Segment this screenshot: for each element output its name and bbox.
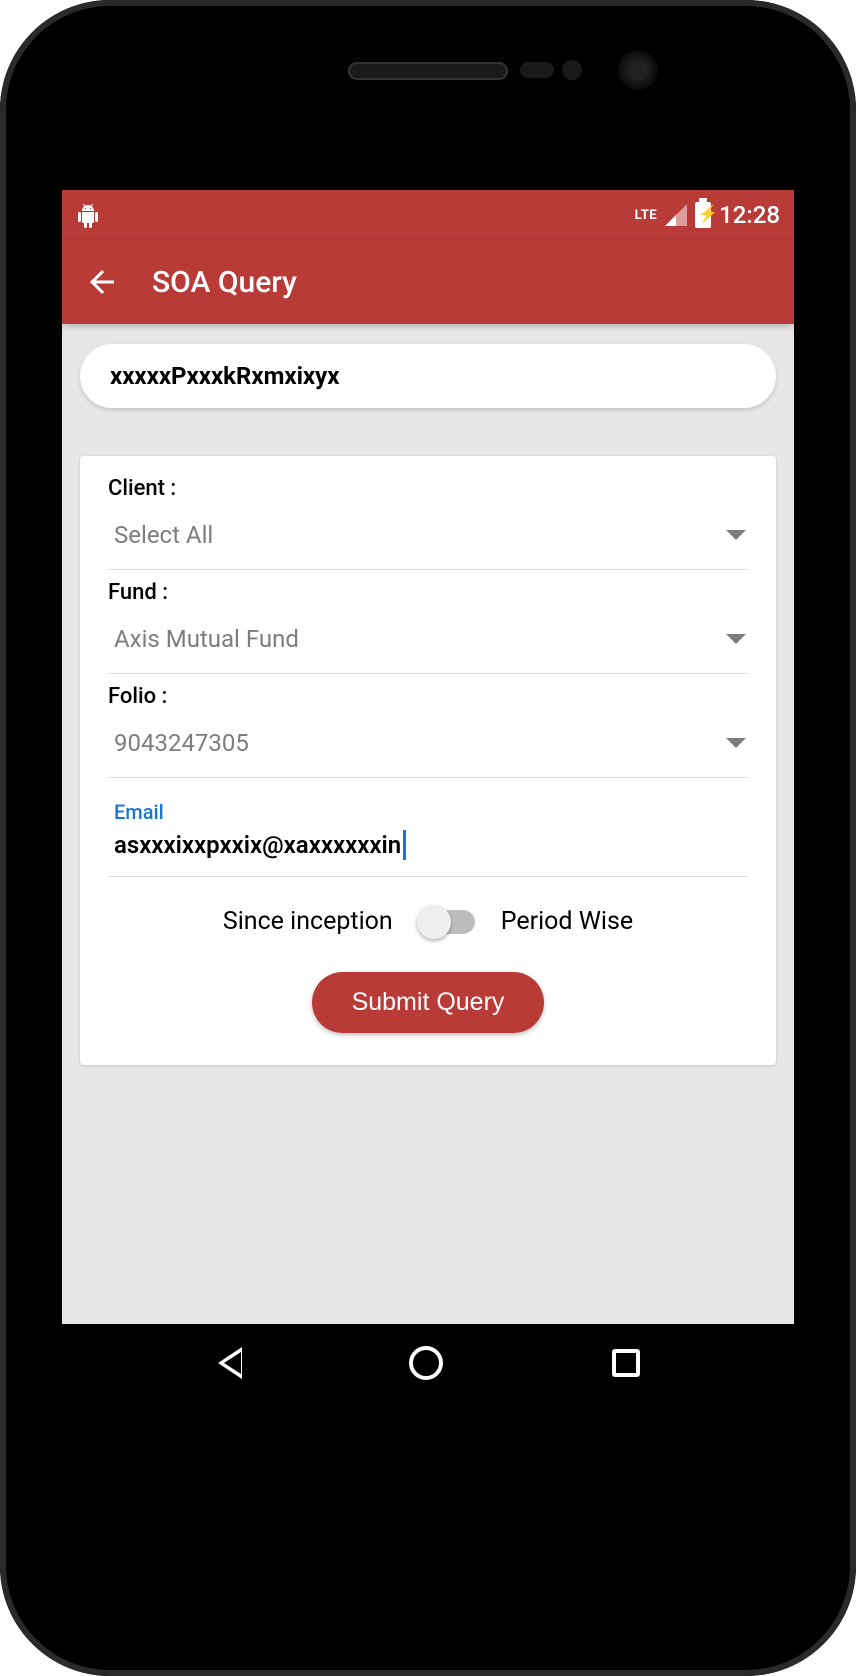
email-label: Email — [108, 800, 748, 824]
clock: 12:28 — [719, 201, 780, 229]
nav-back-button[interactable] — [216, 1347, 240, 1379]
toggle-knob — [417, 905, 451, 939]
client-label: Client : — [108, 476, 748, 501]
period-toggle-row: Since inception Period Wise — [108, 907, 748, 936]
android-icon — [76, 204, 100, 226]
client-value: Select All — [114, 521, 213, 549]
client-field: Client : Select All — [108, 476, 748, 570]
nav-recent-button[interactable] — [612, 1349, 640, 1377]
period-toggle[interactable] — [419, 910, 475, 934]
fund-label: Fund : — [108, 580, 748, 605]
content-area: xxxxxPxxxkRxmxixyx Client : Select All F… — [62, 324, 794, 1085]
email-field: Email asxxxixxpxxix@xaxxxxxxin — [108, 800, 748, 877]
network-type: LTE — [635, 208, 657, 223]
battery-charging-icon — [695, 202, 711, 228]
account-selector-value: xxxxxPxxxkRxmxixyx — [110, 362, 339, 390]
email-value: asxxxixxpxxix@xaxxxxxxin — [114, 831, 401, 859]
fund-dropdown[interactable]: Axis Mutual Fund — [108, 619, 748, 674]
back-arrow-icon[interactable] — [84, 264, 120, 300]
client-dropdown[interactable]: Select All — [108, 515, 748, 570]
android-nav-bar — [62, 1324, 794, 1402]
toggle-right-label: Period Wise — [501, 907, 633, 936]
screen: LTE 12:28 SOA Query xxxxxPxxxkRxmxixyx — [62, 190, 794, 1402]
chevron-down-icon — [726, 530, 746, 540]
fund-field: Fund : Axis Mutual Fund — [108, 580, 748, 674]
folio-dropdown[interactable]: 9043247305 — [108, 723, 748, 778]
email-input[interactable]: asxxxixxpxxix@xaxxxxxxin — [108, 830, 748, 877]
signal-icon — [665, 204, 687, 226]
text-cursor — [403, 830, 406, 860]
nav-home-button[interactable] — [409, 1346, 443, 1380]
phone-sensor — [562, 60, 582, 80]
folio-field: Folio : 9043247305 — [108, 684, 748, 778]
app-bar: SOA Query — [62, 240, 794, 324]
fund-value: Axis Mutual Fund — [114, 625, 299, 653]
phone-frame: LTE 12:28 SOA Query xxxxxPxxxkRxmxixyx — [0, 0, 856, 1676]
toggle-left-label: Since inception — [223, 907, 393, 936]
account-selector[interactable]: xxxxxPxxxkRxmxixyx — [80, 344, 776, 408]
phone-camera — [618, 50, 658, 90]
phone-sensor — [520, 62, 554, 78]
chevron-down-icon — [726, 738, 746, 748]
query-form: Client : Select All Fund : Axis Mutual F… — [80, 456, 776, 1065]
chevron-down-icon — [726, 634, 746, 644]
folio-value: 9043247305 — [114, 729, 249, 757]
status-bar: LTE 12:28 — [62, 190, 794, 240]
phone-speaker — [348, 62, 508, 80]
folio-label: Folio : — [108, 684, 748, 709]
page-title: SOA Query — [152, 265, 297, 300]
submit-button[interactable]: Submit Query — [312, 972, 545, 1033]
